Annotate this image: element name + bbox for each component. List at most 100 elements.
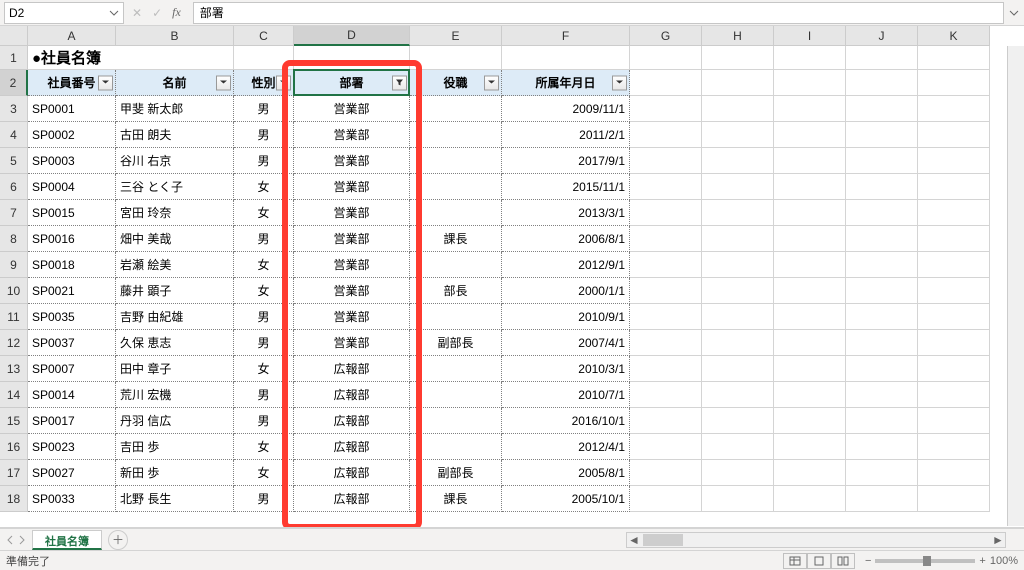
cell[interactable]: 女 (234, 434, 294, 460)
cell[interactable]: 男 (234, 304, 294, 330)
cell[interactable] (846, 148, 918, 174)
cell[interactable]: 営業部 (294, 96, 410, 122)
row-header-6[interactable]: 6 (0, 174, 28, 200)
column-header-G[interactable]: G (630, 26, 702, 46)
cell[interactable] (410, 356, 502, 382)
filter-button[interactable] (484, 75, 499, 90)
cell[interactable] (846, 200, 918, 226)
column-header-C[interactable]: C (234, 26, 294, 46)
cell[interactable]: 畑中 美哉 (116, 226, 234, 252)
cell[interactable] (846, 278, 918, 304)
cell[interactable]: 男 (234, 486, 294, 512)
cell[interactable]: 広報部 (294, 382, 410, 408)
cell[interactable] (918, 174, 990, 200)
cell[interactable] (702, 330, 774, 356)
expand-formula-bar[interactable] (1004, 8, 1024, 18)
cell[interactable]: 2006/8/1 (502, 226, 630, 252)
cell[interactable] (846, 174, 918, 200)
cell[interactable]: 営業部 (294, 148, 410, 174)
cell[interactable]: 副部長 (410, 330, 502, 356)
cell[interactable]: 営業部 (294, 200, 410, 226)
zoom-slider[interactable] (875, 559, 975, 563)
cell[interactable] (918, 434, 990, 460)
cell[interactable]: 部署 (294, 70, 410, 96)
cell[interactable]: 女 (234, 174, 294, 200)
cell[interactable]: SP0002 (28, 122, 116, 148)
cell[interactable] (702, 46, 774, 70)
cell[interactable]: 営業部 (294, 122, 410, 148)
cell[interactable] (774, 46, 846, 70)
cell[interactable] (294, 46, 410, 70)
cell[interactable]: 2013/3/1 (502, 200, 630, 226)
cell[interactable]: 課長 (410, 226, 502, 252)
cell[interactable] (410, 46, 502, 70)
cell[interactable] (702, 460, 774, 486)
cell[interactable]: 営業部 (294, 304, 410, 330)
cell[interactable] (702, 174, 774, 200)
cell[interactable]: 営業部 (294, 278, 410, 304)
cell[interactable] (774, 356, 846, 382)
cell[interactable] (846, 382, 918, 408)
tab-nav[interactable] (0, 535, 32, 545)
cell[interactable] (774, 408, 846, 434)
column-header-E[interactable]: E (410, 26, 502, 46)
row-header-18[interactable]: 18 (0, 486, 28, 512)
filter-button[interactable] (276, 75, 291, 90)
row-header-17[interactable]: 17 (0, 460, 28, 486)
row-header-1[interactable]: 1 (0, 46, 28, 70)
cell[interactable] (774, 486, 846, 512)
cell[interactable] (630, 70, 702, 96)
column-header-B[interactable]: B (116, 26, 234, 46)
cell[interactable]: 女 (234, 356, 294, 382)
column-header-J[interactable]: J (846, 26, 918, 46)
cell[interactable]: 課長 (410, 486, 502, 512)
cell[interactable] (410, 200, 502, 226)
cell[interactable]: 女 (234, 252, 294, 278)
cell[interactable]: 男 (234, 382, 294, 408)
cell[interactable] (918, 408, 990, 434)
cell[interactable]: ●社員名簿 (28, 46, 234, 70)
cell[interactable] (630, 46, 702, 70)
cell[interactable]: 2010/7/1 (502, 382, 630, 408)
cell[interactable]: 広報部 (294, 434, 410, 460)
cell[interactable] (846, 122, 918, 148)
cell[interactable]: 広報部 (294, 356, 410, 382)
sheet-tab-active[interactable]: 社員名簿 (32, 530, 102, 550)
cell[interactable]: 2005/10/1 (502, 486, 630, 512)
cell[interactable]: 2010/3/1 (502, 356, 630, 382)
cell[interactable]: SP0016 (28, 226, 116, 252)
cell[interactable] (918, 148, 990, 174)
cell[interactable]: 社員番号 (28, 70, 116, 96)
cell[interactable]: 田中 章子 (116, 356, 234, 382)
cell[interactable]: 三谷 とく子 (116, 174, 234, 200)
cell[interactable] (774, 382, 846, 408)
cell[interactable]: 荒川 宏機 (116, 382, 234, 408)
cell[interactable] (630, 330, 702, 356)
cell[interactable] (702, 200, 774, 226)
cell[interactable]: 副部長 (410, 460, 502, 486)
cell[interactable] (702, 70, 774, 96)
cell[interactable] (846, 408, 918, 434)
column-header-F[interactable]: F (502, 26, 630, 46)
cell[interactable] (502, 46, 630, 70)
row-header-10[interactable]: 10 (0, 278, 28, 304)
cell[interactable] (846, 46, 918, 70)
cell[interactable] (702, 96, 774, 122)
cell[interactable] (702, 486, 774, 512)
row-header-3[interactable]: 3 (0, 96, 28, 122)
cell[interactable]: 2009/11/1 (502, 96, 630, 122)
cell[interactable] (630, 226, 702, 252)
cell[interactable] (630, 460, 702, 486)
cell[interactable]: 性別 (234, 70, 294, 96)
cell[interactable] (630, 434, 702, 460)
cell[interactable]: 北野 長生 (116, 486, 234, 512)
cell[interactable] (410, 408, 502, 434)
cell[interactable] (918, 330, 990, 356)
cell[interactable] (918, 486, 990, 512)
cell[interactable] (702, 434, 774, 460)
cell[interactable] (846, 434, 918, 460)
cell[interactable] (774, 122, 846, 148)
cell[interactable] (630, 200, 702, 226)
cell[interactable] (410, 434, 502, 460)
cell[interactable]: 2011/2/1 (502, 122, 630, 148)
